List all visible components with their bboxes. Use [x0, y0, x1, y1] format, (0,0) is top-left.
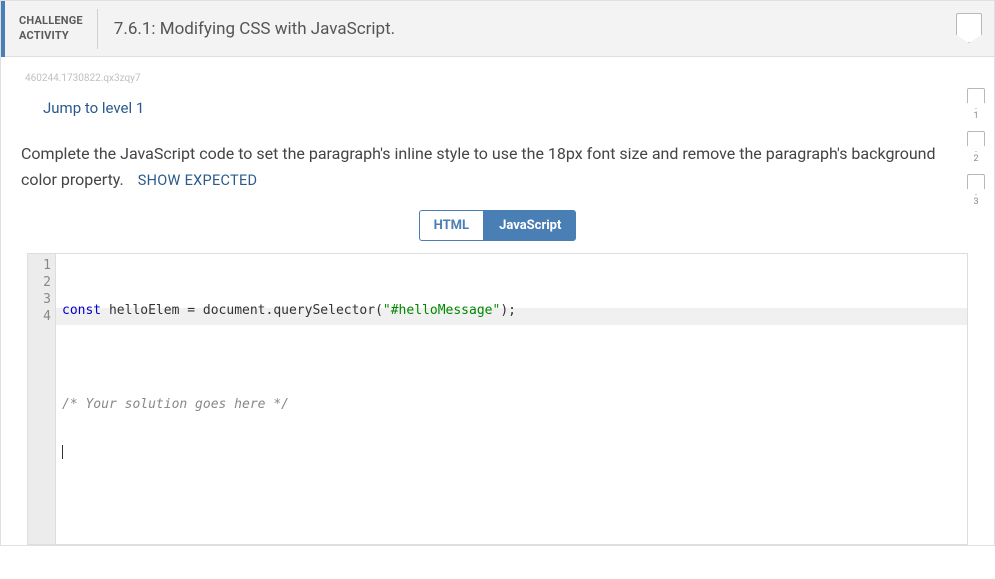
challenge-title: 7.6.1: Modifying CSS with JavaScript.: [98, 19, 395, 39]
level-shield[interactable]: 1: [967, 88, 985, 121]
level-shield[interactable]: 2: [967, 131, 985, 164]
level-number: 2: [973, 154, 978, 164]
shield-icon: [967, 174, 985, 195]
shield-icon: [967, 131, 985, 152]
show-expected-link[interactable]: SHOW EXPECTED: [138, 172, 258, 189]
token-keyword: const: [62, 303, 101, 318]
token-punct: );: [500, 303, 516, 318]
header-label-line2: ACTIVITY: [19, 29, 83, 43]
level-number: 1: [973, 111, 978, 121]
tab-html[interactable]: HTML: [419, 210, 484, 241]
tab-javascript[interactable]: JavaScript: [484, 210, 576, 241]
header-label: CHALLENGE ACTIVITY: [5, 9, 98, 49]
code-line: [62, 349, 967, 366]
code-line: [62, 443, 967, 460]
instructions-text: Complete the JavaScript code to set the …: [21, 141, 974, 192]
shield-icon: [967, 88, 985, 109]
jump-to-level-link[interactable]: Jump to level 1: [43, 99, 144, 117]
token-string: "#helloMessage": [383, 303, 500, 318]
line-number: 3: [28, 291, 51, 308]
line-gutter: 1 2 3 4: [28, 254, 56, 544]
token-comment: /* Your solution goes here */: [62, 397, 289, 412]
code-area[interactable]: const helloElem = document.querySelector…: [56, 254, 967, 544]
code-line: const helloElem = document.querySelector…: [62, 302, 967, 319]
level-shield[interactable]: 3: [967, 174, 985, 207]
header-label-line1: CHALLENGE: [19, 14, 83, 28]
activity-id: 460244.1730822.qx3zqy7: [25, 73, 974, 84]
code-editor[interactable]: 1 2 3 4 const helloElem = document.query…: [27, 253, 968, 545]
line-number: 2: [28, 274, 51, 291]
shield-icon: [956, 13, 982, 43]
text-cursor: [62, 445, 63, 459]
code-line: /* Your solution goes here */: [62, 396, 967, 413]
editor-tabs: HTML JavaScript: [21, 210, 974, 241]
line-number: 1: [28, 257, 51, 274]
level-number: 3: [973, 197, 978, 207]
challenge-header: CHALLENGE ACTIVITY 7.6.1: Modifying CSS …: [1, 1, 994, 57]
line-number: 4: [28, 308, 51, 325]
level-progress-sidebar: 1 2 3: [967, 88, 985, 213]
token-identifier: helloElem = document.querySelector(: [101, 303, 383, 318]
